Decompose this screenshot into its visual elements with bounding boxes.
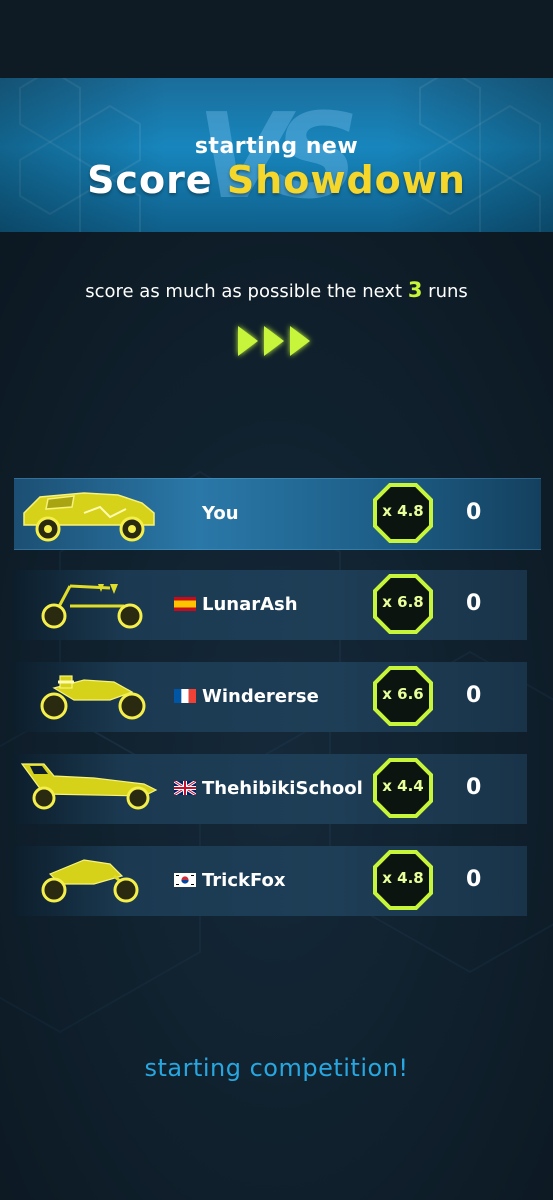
player-score: 0 — [466, 683, 482, 708]
multiplier-value: x 4.4 — [382, 777, 424, 795]
player-name: ThehibikiSchool — [202, 778, 363, 799]
south-korea-flag-icon — [174, 873, 196, 887]
uk-flag-icon — [174, 781, 196, 795]
player-name: Windererse — [202, 686, 319, 707]
banner-title-score: Score — [87, 158, 213, 202]
banner-subtitle: starting new — [194, 134, 359, 159]
dune-buggy-icon — [20, 763, 158, 810]
multiplier-value: x 6.6 — [382, 685, 424, 703]
multiplier-value: x 6.8 — [382, 593, 424, 611]
instruction-before: score as much as possible the next — [85, 281, 403, 302]
motorcycle-icon — [40, 675, 146, 720]
triple-arrow-icon — [238, 326, 310, 356]
instruction-run-count: 3 — [407, 278, 423, 302]
player-score: 0 — [466, 867, 482, 892]
chopper-bike-icon — [41, 584, 143, 629]
leaderboard-row-you: You x 4.8 0 — [14, 478, 541, 550]
top-bar — [0, 0, 553, 78]
multiplier-value: x 4.8 — [382, 869, 424, 887]
player-name: You — [202, 503, 239, 524]
competition-status: starting competition! — [144, 1054, 409, 1082]
leaderboard-row: Windererse x 6.6 0 — [14, 662, 527, 732]
player-name: TrickFox — [202, 870, 286, 891]
banner-title-showdown: Showdown — [226, 158, 466, 202]
spain-flag-icon — [174, 597, 196, 611]
france-flag-icon — [174, 689, 196, 703]
multiplier-value: x 4.8 — [382, 502, 424, 520]
leaderboard-row: TrickFox x 4.8 0 — [14, 846, 527, 916]
armored-car-icon — [23, 492, 155, 542]
player-score: 0 — [466, 775, 482, 800]
sport-bike-icon — [41, 859, 139, 903]
instruction-text: score as much as possible the next 3 run… — [0, 278, 553, 302]
leaderboard-row: ThehibikiSchool x 4.4 0 — [14, 754, 527, 824]
instruction-after: runs — [428, 281, 468, 302]
player-score: 0 — [466, 591, 482, 616]
player-score: 0 — [466, 500, 482, 525]
player-name: LunarAsh — [202, 594, 298, 615]
leaderboard-row: LunarAsh x 6.8 0 — [14, 570, 527, 640]
banner-title: Score Showdown — [0, 158, 553, 202]
